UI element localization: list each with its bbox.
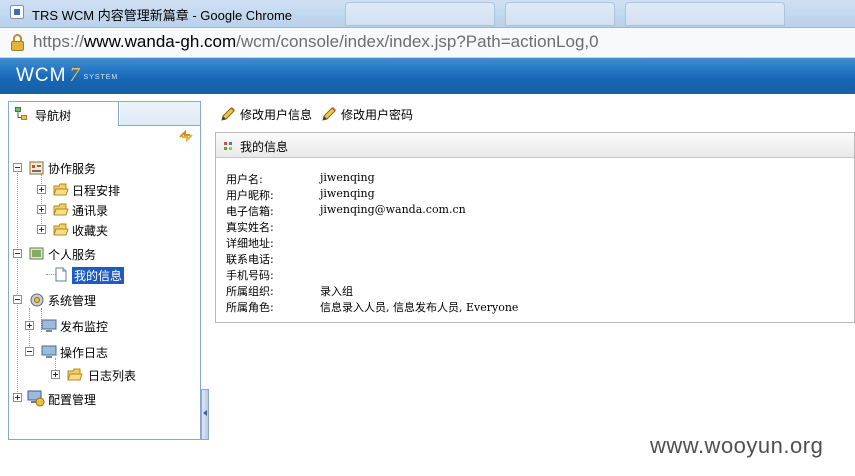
field-label: 用户昵称: — [226, 189, 274, 202]
tree-label: 个人服务 — [48, 248, 97, 262]
field-label: 电子信箱: — [226, 205, 274, 218]
navigation-panel: 导航树 协作服务 日程安排 通讯录 收藏夹 个人服务 我的信息 系统管理 发布监… — [8, 101, 201, 440]
field-row: 手机号码: — [226, 267, 826, 283]
folder-icon — [53, 183, 69, 196]
tree-label: 发布监控 — [60, 320, 109, 334]
field-value: jiwenqing — [320, 171, 375, 184]
expand-toggle-icon[interactable] — [37, 205, 46, 214]
tree-node-personal-service[interactable]: 个人服务 — [13, 245, 113, 263]
collapse-toggle-icon[interactable] — [13, 295, 22, 304]
app-header: WCM 7 SYSTEM — [0, 58, 855, 94]
panel-title: 我的信息 — [240, 140, 289, 154]
monitor-icon — [41, 319, 57, 332]
tree-icon — [15, 107, 27, 120]
field-row: 用户名: jiwenqing — [226, 171, 826, 187]
tree-node-system-management[interactable]: 系统管理 — [13, 291, 113, 309]
field-row: 用户昵称: jiwenqing — [226, 187, 826, 203]
panel-collapse-handle[interactable] — [201, 389, 209, 440]
refresh-icon[interactable] — [178, 129, 194, 143]
expand-toggle-icon[interactable] — [37, 225, 46, 234]
tree-node-log-list[interactable]: 日志列表 — [51, 366, 151, 384]
system-management-icon — [30, 293, 44, 307]
field-value: 信息录入人员, 信息发布人员, Everyone — [320, 301, 519, 314]
field-row: 联系电话: — [226, 251, 826, 267]
collapse-toggle-icon[interactable] — [25, 347, 34, 356]
button-label: 修改用户密码 — [341, 108, 414, 122]
ssl-lock-icon[interactable] — [11, 34, 25, 52]
folder-icon — [67, 368, 83, 381]
field-row: 真实姓名: — [226, 219, 826, 235]
nav-tab-header: 导航树 — [9, 102, 200, 126]
browser-window: TRS WCM 内容管理新篇章 - Google Chrome https://… — [0, 0, 855, 476]
tree-label: 操作日志 — [60, 346, 109, 360]
tree-label: 协作服务 — [48, 162, 97, 176]
panel-header: 我的信息 — [216, 133, 854, 158]
tree-label: 收藏夹 — [72, 224, 109, 238]
my-info-panel: 我的信息 用户名: jiwenqing 用户昵称: jiwenqing 电子信箱… — [215, 132, 855, 323]
edit-user-password-button[interactable]: 修改用户密码 — [321, 105, 417, 123]
field-value: 录入组 — [320, 285, 353, 298]
tree-node-schedule[interactable]: 日程安排 — [37, 181, 137, 199]
url-text[interactable]: https://www.wanda-gh.com/wcm/console/ind… — [33, 32, 599, 52]
folder-icon — [53, 223, 69, 236]
expand-toggle-icon[interactable] — [37, 185, 46, 194]
tree-node-config-management[interactable]: 配置管理 — [13, 389, 113, 407]
field-label: 详细地址: — [226, 237, 274, 250]
button-label: 修改用户信息 — [240, 108, 313, 122]
tree-node-collaboration[interactable]: 协作服务 — [13, 159, 113, 177]
pencil-icon — [322, 107, 336, 121]
edit-user-info-button[interactable]: 修改用户信息 — [220, 105, 316, 123]
pencil-icon — [221, 107, 235, 121]
wcm-logo: WCM 7 SYSTEM — [16, 64, 119, 86]
tree-label-selected: 我的信息 — [72, 267, 125, 284]
background-tab[interactable] — [505, 2, 615, 26]
field-label: 联系电话: — [226, 253, 274, 266]
expand-toggle-icon[interactable] — [13, 393, 22, 402]
folder-icon — [53, 203, 69, 216]
tree-node-publish-monitor[interactable]: 发布监控 — [25, 317, 125, 335]
collaboration-icon — [29, 161, 44, 175]
page-favicon-icon — [10, 5, 24, 19]
tree-node-contacts[interactable]: 通讯录 — [37, 201, 137, 219]
field-row: 电子信箱: jiwenqing@wanda.com.cn — [226, 203, 826, 219]
expand-toggle-icon[interactable] — [51, 370, 60, 379]
tree-node-operation-log[interactable]: 操作日志 — [25, 343, 125, 361]
grid-dots-icon — [224, 142, 232, 150]
title-bar: TRS WCM 内容管理新篇章 - Google Chrome — [0, 0, 855, 28]
collapse-toggle-icon[interactable] — [13, 249, 22, 258]
tree-label: 通讯录 — [72, 204, 109, 218]
collapse-toggle-icon[interactable] — [13, 163, 22, 172]
background-tab[interactable] — [345, 2, 495, 26]
monitor-icon — [41, 345, 57, 358]
tab-label: 导航树 — [35, 109, 72, 123]
tab-navigation-tree[interactable]: 导航树 — [9, 102, 119, 126]
field-row: 所属组织: 录入组 — [226, 283, 826, 299]
window-title: TRS WCM 内容管理新篇章 - Google Chrome — [32, 8, 293, 23]
field-label: 用户名: — [226, 173, 263, 186]
field-row: 详细地址: — [226, 235, 826, 251]
field-label: 真实姓名: — [226, 221, 274, 234]
field-value: jiwenqing — [320, 187, 375, 200]
config-icon — [27, 390, 45, 407]
document-icon — [55, 267, 67, 282]
address-bar[interactable]: https://www.wanda-gh.com/wcm/console/ind… — [0, 28, 855, 58]
personal-service-icon — [29, 247, 44, 260]
tree-label: 日程安排 — [72, 184, 121, 198]
watermark: www.wooyun.org — [650, 433, 824, 458]
tree-label: 系统管理 — [48, 294, 97, 308]
tree-label: 配置管理 — [48, 393, 97, 407]
tree-node-my-info[interactable]: 我的信息 — [37, 266, 137, 284]
field-value: jiwenqing@wanda.com.cn — [320, 203, 466, 216]
expand-toggle-icon[interactable] — [25, 321, 34, 330]
field-row: 所属角色: 信息录入人员, 信息发布人员, Everyone — [226, 299, 826, 315]
field-label: 所属角色: — [226, 301, 274, 314]
tree-node-favorites[interactable]: 收藏夹 — [37, 221, 137, 239]
field-label: 手机号码: — [226, 269, 274, 282]
field-label: 所属组织: — [226, 285, 274, 298]
tree-label: 日志列表 — [88, 369, 137, 383]
background-tab[interactable] — [625, 2, 785, 26]
